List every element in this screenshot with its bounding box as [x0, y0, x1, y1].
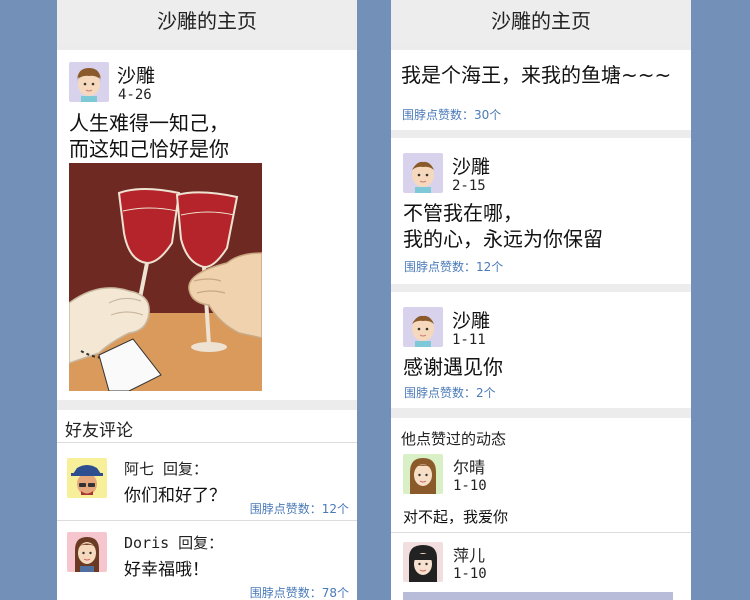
post-author[interactable]: 沙雕	[452, 306, 490, 333]
post-text: 人生难得一知己， 而这知己恰好是你	[69, 111, 229, 161]
liked-post-author[interactable]: 萍儿	[453, 542, 485, 566]
divider	[57, 520, 357, 521]
post-card[interactable]: 沙雕 1-11 感谢遇见你 围脖点赞数：2个	[391, 292, 691, 408]
post-date: 1-11	[452, 332, 486, 348]
liked-post-image-strip	[403, 592, 673, 600]
comment-item[interactable]: Doris 回复： 好幸福哦！ 围脖点赞数：78个	[57, 524, 357, 600]
post-text: 我是个海王，来我的鱼塘~~~	[401, 63, 672, 87]
like-count[interactable]: 围脖点赞数：78个	[250, 584, 349, 600]
like-count[interactable]: 围脖点赞数：30个	[402, 106, 501, 123]
hat-man-avatar-icon	[67, 458, 107, 498]
post-author[interactable]: 沙雕	[117, 61, 155, 88]
liked-post-date: 1-10	[453, 478, 487, 494]
comments-section-title: 好友评论	[65, 421, 133, 441]
post-image[interactable]	[69, 163, 262, 391]
post-card[interactable]: 我是个海王，来我的鱼塘~~~ 围脖点赞数：30个	[391, 50, 691, 130]
comment-author[interactable]: Doris 回复：	[124, 532, 223, 553]
profile-page-right: 沙雕的主页 我是个海王，来我的鱼塘~~~ 围脖点赞数：30个 沙雕 2-15 不…	[391, 0, 691, 600]
avatar[interactable]	[67, 532, 107, 572]
liked-section-title: 他点赞过的动态	[401, 430, 507, 448]
liked-post-item[interactable]: 尔晴 1-10 对不起，我爱你	[391, 452, 691, 530]
like-count[interactable]: 围脖点赞数：12个	[404, 258, 503, 275]
liked-post-date: 1-10	[453, 566, 487, 582]
avatar[interactable]	[403, 307, 443, 347]
black-hair-girl-avatar-icon	[403, 542, 443, 582]
post-date: 2-15	[452, 178, 486, 194]
boy-avatar-icon	[69, 62, 109, 102]
comments-section: 好友评论 阿七 回复： 你们和好了？ 围脖点赞数：12个 Doris 回复： 好…	[57, 410, 357, 600]
liked-post-item[interactable]: 萍儿 1-10	[391, 538, 691, 600]
long-hair-girl-avatar-icon	[403, 454, 443, 494]
liked-post-text: 对不起，我爱你	[403, 508, 509, 526]
divider	[57, 442, 357, 443]
avatar[interactable]	[403, 454, 443, 494]
avatar[interactable]	[403, 542, 443, 582]
profile-page-left: 沙雕的主页 沙雕 4-26 人生难得一知己， 而这知己恰好是你 好友评论 阿七 …	[57, 0, 357, 600]
comment-text: 你们和好了？	[124, 486, 226, 506]
post-text: 不管我在哪， 我的心，永远为你保留	[403, 201, 603, 251]
boy-avatar-icon	[403, 153, 443, 193]
boy-avatar-icon	[403, 307, 443, 347]
post-text: 感谢遇见你	[403, 355, 503, 379]
avatar[interactable]	[67, 458, 107, 498]
wine-toast-image	[69, 163, 262, 391]
comment-text: 好幸福哦！	[124, 560, 209, 580]
liked-post-author[interactable]: 尔晴	[453, 454, 485, 478]
post-date: 4-26	[118, 87, 152, 103]
divider	[391, 532, 691, 533]
page-title: 沙雕的主页	[391, 0, 691, 42]
like-count[interactable]: 围脖点赞数：12个	[250, 500, 349, 517]
avatar[interactable]	[69, 62, 109, 102]
post-author[interactable]: 沙雕	[452, 152, 490, 179]
avatar[interactable]	[403, 153, 443, 193]
girl-avatar-icon	[67, 532, 107, 572]
page-title: 沙雕的主页	[57, 0, 357, 42]
post-card[interactable]: 沙雕 4-26 人生难得一知己， 而这知己恰好是你	[57, 50, 357, 400]
comment-author[interactable]: 阿七 回复：	[124, 458, 208, 479]
like-count[interactable]: 围脖点赞数：2个	[404, 384, 496, 401]
comment-item[interactable]: 阿七 回复： 你们和好了？ 围脖点赞数：12个	[57, 446, 357, 516]
liked-posts-section: 他点赞过的动态 尔晴 1-10 对不起，我爱你 萍儿 1-10	[391, 418, 691, 600]
post-card[interactable]: 沙雕 2-15 不管我在哪， 我的心，永远为你保留 围脖点赞数：12个	[391, 138, 691, 284]
